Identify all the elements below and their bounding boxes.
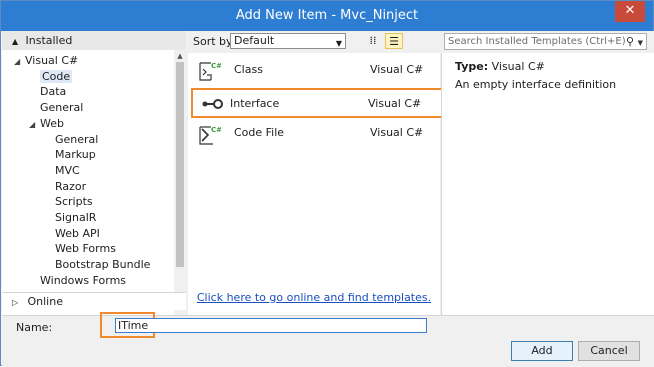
tree-item-label: Web Forms	[55, 242, 116, 256]
tree-item-label: Code	[40, 69, 73, 83]
template-item-class[interactable]: C# Class Visual C#	[190, 56, 438, 84]
add-button[interactable]: Add	[511, 341, 573, 361]
tree-item-general[interactable]: General	[29, 100, 83, 115]
bottom-bar: Name: ITime Add Cancel	[2, 312, 654, 367]
tree-item-label: MVC	[55, 163, 80, 177]
template-language: Visual C#	[370, 63, 424, 76]
scroll-up-icon[interactable]: ▲	[176, 52, 184, 60]
grid-icon: ⁞⁞	[369, 34, 377, 47]
tree-item-label: Data	[40, 85, 67, 99]
template-description: An empty interface definition	[455, 78, 617, 91]
code-file-icon: C#	[197, 123, 222, 145]
tree-item-razor[interactable]: Razor	[44, 179, 86, 194]
scroll-thumb[interactable]	[176, 62, 184, 267]
template-name: Interface	[230, 97, 280, 110]
online-label: Online	[27, 295, 63, 308]
name-value: ITime	[118, 319, 149, 332]
title-bar: Add New Item - Mvc_Ninject ✕	[1, 1, 653, 31]
list-view-button[interactable]: ☰	[385, 33, 403, 49]
tree-scrollbar[interactable]: ▲ ▼	[174, 50, 186, 315]
tree-item-label: Markup	[55, 148, 96, 162]
template-category-panel: ▲ Installed ◢ Visual C# Code Data General ◢ We…	[2, 31, 186, 315]
type-label: Type:	[455, 60, 489, 73]
chevron-down-icon: ▼	[335, 39, 342, 48]
class-icon: C#	[197, 60, 222, 81]
close-button[interactable]: ✕	[615, 1, 645, 22]
tree-item-scripts[interactable]: Scripts	[44, 194, 93, 209]
sort-value: Default	[234, 34, 275, 47]
add-new-item-dialog: Add New Item - Mvc_Ninject ✕ ▲ Installed…	[0, 0, 654, 367]
tree-item-markup[interactable]: Markup	[44, 147, 96, 162]
template-details-panel: Type: Visual C# An empty interface defin…	[441, 53, 654, 315]
tree-item-label: Scripts	[55, 195, 93, 209]
tree-item-code[interactable]: Code	[29, 69, 73, 84]
tree-item-mvc[interactable]: MVC	[44, 163, 80, 178]
tree-item-label: General	[40, 101, 84, 115]
type-line: Type: Visual C#	[455, 60, 545, 73]
cancel-button[interactable]: Cancel	[578, 341, 640, 361]
sort-dropdown[interactable]: Default ▼	[230, 33, 346, 49]
search-options-chevron-icon[interactable]: ▼	[638, 36, 643, 51]
tree-item-data[interactable]: Data	[29, 84, 66, 99]
expand-arrow-icon: ◢	[14, 57, 21, 66]
tree-item-label: Visual C#	[25, 54, 79, 67]
collapse-arrow-icon: ▲	[12, 37, 19, 46]
name-field[interactable]: ITime	[115, 318, 427, 333]
tree-item-signalr[interactable]: SignalR	[44, 210, 96, 225]
template-language: Visual C#	[368, 97, 422, 110]
installed-header[interactable]: ▲ Installed	[2, 31, 186, 50]
tree-item-label: Web	[40, 116, 64, 130]
sort-toolbar: Sort by: Default ▼ ⁞⁞ ☰	[188, 31, 440, 53]
expand-arrow-icon: ▷	[12, 298, 19, 307]
tree-item-label: Web API	[55, 226, 100, 240]
list-icon: ☰	[389, 35, 399, 48]
tree-item-visual-c-[interactable]: ◢ Visual C#	[14, 53, 78, 68]
search-area: Search Installed Templates (Ctrl+E) ⚲ ▼	[441, 31, 654, 53]
small-icons-view-button[interactable]: ⁞⁞	[364, 33, 382, 49]
svg-text:C#: C#	[211, 126, 221, 134]
search-placeholder: Search Installed Templates (Ctrl+E)	[448, 36, 626, 47]
tree-item-general[interactable]: General	[44, 132, 98, 147]
tree-item-label: General	[55, 132, 99, 146]
template-language: Visual C#	[370, 126, 424, 139]
tree-item-label: Razor	[55, 179, 87, 193]
tree-item-windows-forms[interactable]: Windows Forms	[29, 273, 126, 288]
template-name: Code File	[234, 126, 285, 139]
online-header[interactable]: ▷ Online	[2, 292, 186, 310]
window-title: Add New Item - Mvc_Ninject	[235, 8, 419, 23]
tree-item-label: Windows Forms	[40, 273, 127, 287]
template-list: C# Class Visual C# Interface Visual C# C…	[188, 53, 443, 315]
template-name: Class	[234, 63, 263, 76]
tree-item-web-api[interactable]: Web API	[44, 226, 100, 241]
search-input[interactable]: Search Installed Templates (Ctrl+E) ⚲ ▼	[444, 33, 647, 50]
type-value: Visual C#	[491, 60, 545, 73]
tree-item-web-forms[interactable]: Web Forms	[44, 241, 116, 256]
tree-item-label: SignalR	[55, 211, 97, 224]
name-label: Name:	[16, 321, 53, 334]
expand-arrow-icon: ◢	[29, 119, 36, 129]
tree-item-label: Bootstrap Bundle	[55, 258, 151, 272]
installed-label: Installed	[25, 34, 73, 47]
template-item-interface[interactable]: Interface Visual C#	[191, 88, 443, 118]
online-templates-link[interactable]: Click here to go online and find templat…	[188, 291, 440, 304]
search-icon[interactable]: ⚲	[626, 34, 634, 49]
interface-icon	[199, 94, 223, 114]
tree-item-web[interactable]: ◢ Web	[29, 116, 64, 131]
tree-item-bootstrap-bundle[interactable]: Bootstrap Bundle	[44, 257, 150, 272]
template-item-code-file[interactable]: C# Code File Visual C#	[190, 119, 438, 147]
svg-text:C#: C#	[211, 62, 221, 70]
